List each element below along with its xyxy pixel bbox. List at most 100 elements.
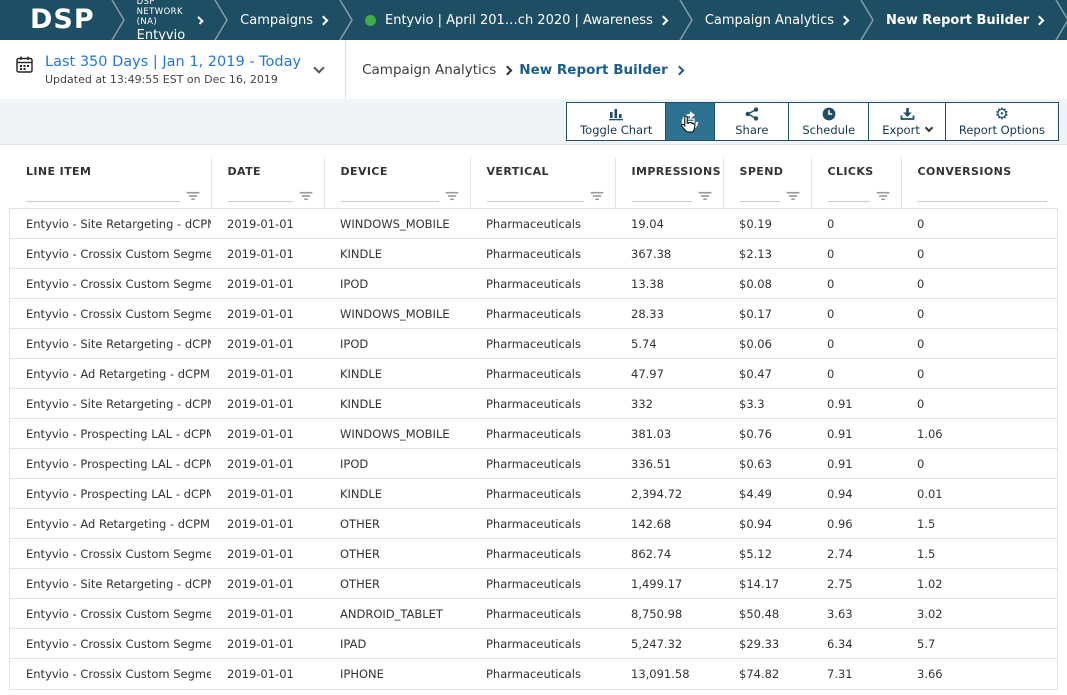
date-range-link[interactable]: Last 350 Days | Jan 1, 2019 - Today [45, 54, 301, 70]
cell-impressions: 2,394.72 [615, 479, 723, 509]
column-header-device[interactable]: DEVICE [324, 157, 470, 186]
breadcrumb-parent[interactable]: Campaign Analytics [362, 62, 496, 78]
cell-vertical: Pharmaceuticals [470, 389, 615, 419]
breadcrumb-new-report-builder[interactable]: New Report Builder [876, 13, 1053, 28]
cell-line-item: Entyvio - Crossix Custom Segment B [10, 659, 211, 689]
filter-input-impressions[interactable] [632, 188, 692, 202]
column-header-line-item[interactable]: LINE ITEM [10, 157, 211, 186]
chevron-down-icon[interactable] [313, 62, 324, 73]
cell-date: 2019-01-01 [211, 629, 324, 659]
breadcrumb-campaigns[interactable]: Campaigns [230, 13, 337, 28]
cell-vertical: Pharmaceuticals [470, 269, 615, 299]
cell-device: IPHONE [324, 659, 470, 689]
clock-icon [822, 107, 836, 121]
table-row[interactable]: Entyvio - Crossix Custom Segment B2019-0… [10, 269, 1057, 299]
toggle-chart-button[interactable]: Toggle Chart [567, 103, 666, 140]
filter-icon[interactable] [786, 191, 801, 202]
download-icon [900, 107, 915, 121]
table-row[interactable]: Entyvio - Prospecting LAL - dCPM (La2019… [10, 449, 1057, 479]
cell-vertical: Pharmaceuticals [470, 539, 615, 569]
cell-clicks: 2.75 [811, 569, 901, 599]
share-button[interactable]: Share [715, 103, 789, 140]
cell-device: KINDLE [324, 479, 470, 509]
filter-input-device[interactable] [341, 188, 439, 202]
filter-icon[interactable] [445, 191, 460, 202]
table-filter-row [10, 186, 1057, 209]
table-row[interactable]: Entyvio - Prospecting LAL - dCPM (La2019… [10, 419, 1057, 449]
filter-input-clicks[interactable] [828, 188, 870, 202]
column-header-date[interactable]: DATE [211, 157, 324, 186]
cell-conversions: 0 [901, 329, 1057, 359]
cell-date: 2019-01-01 [211, 389, 324, 419]
export-label: Export [882, 123, 920, 137]
cell-clicks: 0.91 [811, 419, 901, 449]
cell-date: 2019-01-01 [211, 359, 324, 389]
table-row[interactable]: Entyvio - Crossix Custom Segment B2019-0… [10, 659, 1057, 689]
table-row[interactable]: Entyvio - Ad Retargeting - dCPM (Lar2019… [10, 509, 1057, 539]
cell-device: KINDLE [324, 389, 470, 419]
cell-impressions: 13.38 [615, 269, 723, 299]
table-row[interactable]: Entyvio - Crossix Custom Segment B2019-0… [10, 539, 1057, 569]
table-row[interactable]: Entyvio - Site Retargeting - dCPM (La201… [10, 569, 1057, 599]
breadcrumb-campaign[interactable]: Entyvio | April 201…ch 2020 | Awareness [355, 13, 677, 28]
filter-input-line-item[interactable] [26, 188, 180, 202]
table-row[interactable]: Entyvio - Site Retargeting - dCPM (La201… [10, 389, 1057, 419]
filter-input-conversions[interactable] [918, 188, 1048, 202]
cell-date: 2019-01-01 [211, 419, 324, 449]
column-header-spend[interactable]: SPEND [723, 157, 811, 186]
table-row[interactable]: Entyvio - Crossix Custom Segment B2019-0… [10, 299, 1057, 329]
table-row[interactable]: Entyvio - Site Retargeting - dCPM (La201… [10, 329, 1057, 359]
breadcrumb-campaign-analytics[interactable]: Campaign Analytics [695, 13, 858, 28]
table-row[interactable]: Entyvio - Site Retargeting - dCPM (La201… [10, 209, 1057, 239]
filter-icon[interactable] [186, 191, 201, 202]
cell-vertical: Pharmaceuticals [470, 299, 615, 329]
table-row[interactable]: Entyvio - Crossix Custom Segment B2019-0… [10, 629, 1057, 659]
chevron-down-icon [925, 124, 933, 132]
breadcrumb-label: Campaigns [240, 13, 313, 28]
cell-vertical: Pharmaceuticals [470, 569, 615, 599]
cell-device: OTHER [324, 509, 470, 539]
cell-spend: $74.82 [723, 659, 811, 689]
filter-input-date[interactable] [228, 188, 293, 202]
table-row[interactable]: Entyvio - Crossix Custom Segment B2019-0… [10, 599, 1057, 629]
cell-spend: $0.17 [723, 299, 811, 329]
app-logo[interactable]: DSP [24, 4, 109, 37]
toggle-chart-label: Toggle Chart [580, 123, 652, 137]
filter-icon[interactable] [299, 191, 314, 202]
cell-conversions: 3.66 [901, 659, 1057, 689]
filter-icon[interactable] [590, 191, 605, 202]
chevron-right-icon [658, 16, 668, 26]
cell-spend: $50.48 [723, 599, 811, 629]
column-header-impressions[interactable]: IMPRESSIONS [615, 157, 723, 186]
cell-conversions: 0 [901, 299, 1057, 329]
export-button[interactable]: Export [869, 103, 946, 140]
schedule-button[interactable]: Schedule [789, 103, 869, 140]
cell-device: IPOD [324, 449, 470, 479]
refresh-button[interactable] [666, 103, 715, 140]
schedule-label: Schedule [802, 123, 855, 137]
column-header-conversions[interactable]: CONVERSIONS [901, 157, 1057, 186]
breadcrumb-label: New Report Builder [886, 13, 1029, 28]
cell-line-item: Entyvio - Crossix Custom Segment B [10, 599, 211, 629]
table-row[interactable]: Entyvio - Crossix Custom Segment B2019-0… [10, 239, 1057, 269]
filter-cell [811, 186, 901, 209]
breadcrumb-network[interactable]: DSP NETWORK (NA) Entyvio [127, 0, 213, 43]
cell-line-item: Entyvio - Site Retargeting - dCPM (La [10, 209, 211, 239]
report-options-button[interactable]: ⚙ Report Options [946, 103, 1058, 140]
cell-clicks: 0.96 [811, 509, 901, 539]
column-header-vertical[interactable]: VERTICAL [470, 157, 615, 186]
filter-icon[interactable] [698, 191, 713, 202]
filter-input-spend[interactable] [740, 188, 780, 202]
column-header-clicks[interactable]: CLICKS [811, 157, 901, 186]
cell-conversions: 1.06 [901, 419, 1057, 449]
cell-device: WINDOWS_MOBILE [324, 419, 470, 449]
filter-input-vertical[interactable] [487, 188, 584, 202]
cell-conversions: 0 [901, 389, 1057, 419]
cell-vertical: Pharmaceuticals [470, 329, 615, 359]
table-row[interactable]: Entyvio - Prospecting LAL - dCPM (La2019… [10, 479, 1057, 509]
cell-device: KINDLE [324, 359, 470, 389]
filter-icon[interactable] [876, 191, 891, 202]
cell-date: 2019-01-01 [211, 509, 324, 539]
filter-cell [901, 186, 1057, 209]
table-row[interactable]: Entyvio - Ad Retargeting - dCPM (Lar2019… [10, 359, 1057, 389]
